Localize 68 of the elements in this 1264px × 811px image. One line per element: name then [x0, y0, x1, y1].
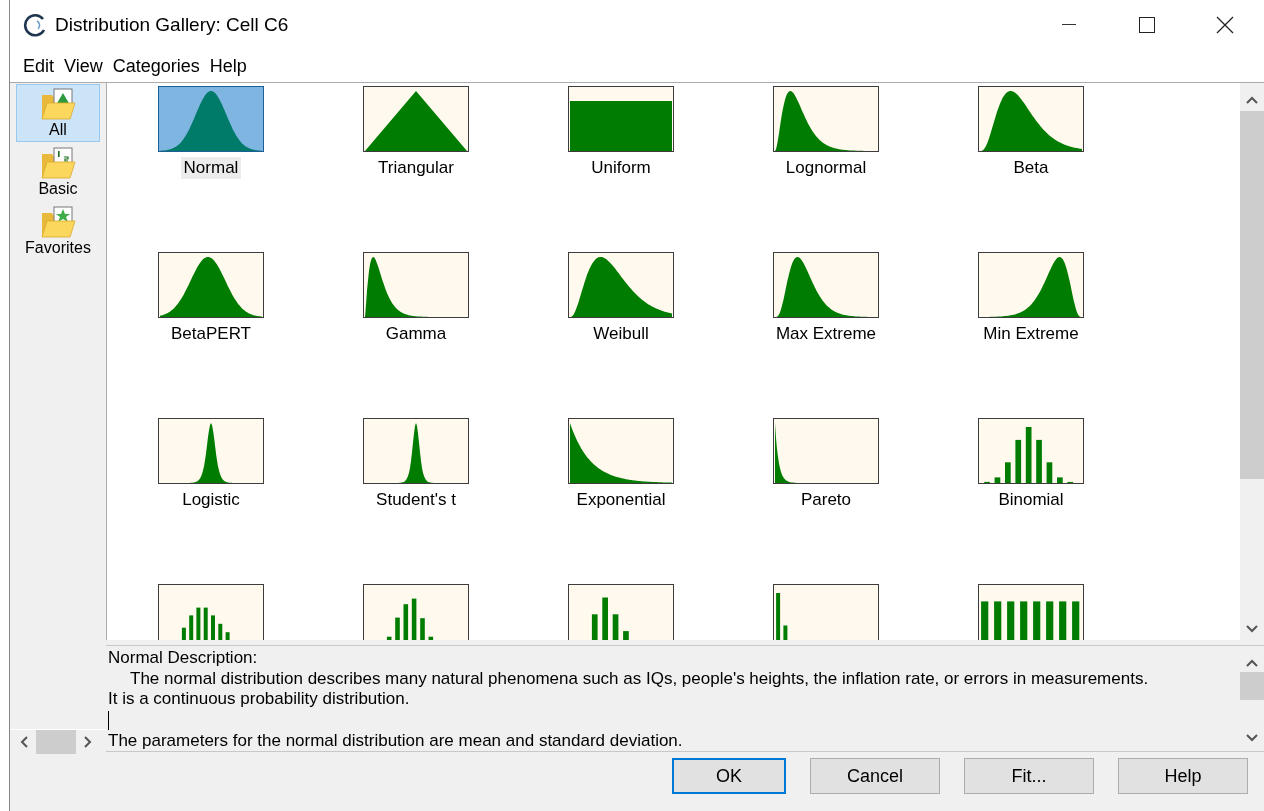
- category-item[interactable]: Favorites: [16, 202, 100, 260]
- distribution-thumbnail[interactable]: [978, 86, 1084, 152]
- distribution-label[interactable]: Gamma: [382, 323, 450, 345]
- distribution-label[interactable]: BetaPERT: [168, 323, 254, 345]
- menu-item[interactable]: Help: [204, 55, 252, 77]
- menu-item[interactable]: Categories: [107, 55, 205, 77]
- menu-item[interactable]: Edit: [18, 55, 60, 77]
- distribution-label[interactable]: Exponential: [573, 489, 669, 511]
- distribution-label[interactable]: Pareto: [797, 489, 855, 511]
- distribution-thumbnail[interactable]: [978, 252, 1084, 318]
- distribution-thumbnail[interactable]: [978, 584, 1084, 640]
- menu-item[interactable]: View: [59, 55, 108, 77]
- scroll-up-icon[interactable]: [1245, 658, 1259, 668]
- scroll-up-icon[interactable]: [1245, 95, 1259, 105]
- distribution-label[interactable]: Uniform: [588, 157, 654, 179]
- distribution-label[interactable]: Weibull: [590, 323, 652, 345]
- distribution-thumbnail[interactable]: [363, 584, 469, 640]
- close-icon[interactable]: [1216, 16, 1234, 34]
- distribution-thumbnail[interactable]: [363, 252, 469, 318]
- scroll-down-icon[interactable]: [1245, 624, 1259, 634]
- dialog-button[interactable]: OK: [672, 758, 786, 794]
- distribution-thumbnail[interactable]: [568, 584, 674, 640]
- distribution-label[interactable]: Logistic: [179, 489, 243, 511]
- scrollbar-thumb[interactable]: [1240, 672, 1264, 700]
- dialog-button[interactable]: Cancel: [810, 758, 940, 794]
- scroll-down-icon[interactable]: [1245, 733, 1259, 743]
- scrollbar-thumb[interactable]: [36, 729, 76, 754]
- scroll-left-icon[interactable]: [20, 735, 30, 748]
- distribution-thumbnail[interactable]: [773, 418, 879, 484]
- description-text: The parameters for the normal distribution are mean and standard deviation.: [108, 730, 684, 751]
- window-title: Distribution Gallery: Cell C6: [55, 14, 290, 36]
- dialog-button[interactable]: Fit...: [964, 758, 1094, 794]
- app-logo-icon: [23, 13, 47, 37]
- text-cursor: [108, 710, 109, 730]
- folder-icon: [40, 146, 76, 180]
- distribution-thumbnail[interactable]: [158, 252, 264, 318]
- maximize-icon[interactable]: [1139, 17, 1155, 33]
- description-text: The normal distribution describes many natural phenomena such as IQs, people's heights, the inflation rate, or errors in measurements.: [129, 668, 1150, 689]
- scrollbar-thumb[interactable]: [1240, 111, 1264, 479]
- distribution-thumbnail[interactable]: [568, 86, 674, 152]
- distribution-label[interactable]: Min Extreme: [980, 323, 1082, 345]
- folder-icon: [40, 87, 76, 121]
- distribution-label[interactable]: Max Extreme: [772, 323, 880, 345]
- distribution-thumbnail[interactable]: [773, 252, 879, 318]
- scroll-right-icon[interactable]: [82, 735, 92, 748]
- folder-icon: [40, 205, 76, 239]
- distribution-label[interactable]: Binomial: [995, 489, 1067, 511]
- distribution-thumbnail[interactable]: [363, 86, 469, 152]
- distribution-thumbnail[interactable]: [978, 418, 1084, 484]
- distribution-thumbnail[interactable]: [773, 86, 879, 152]
- distribution-thumbnail[interactable]: [158, 86, 264, 152]
- distribution-thumbnail[interactable]: [568, 418, 674, 484]
- description-text: It is a continuous probability distribution.: [108, 689, 411, 710]
- distribution-label[interactable]: Student's t: [373, 489, 459, 511]
- category-item[interactable]: All: [16, 84, 100, 142]
- dialog-button[interactable]: Help: [1118, 758, 1248, 794]
- distribution-label[interactable]: Beta: [1010, 157, 1052, 179]
- category-item[interactable]: Basic: [16, 143, 100, 201]
- description-heading: Normal Description:: [108, 648, 259, 669]
- distribution-thumbnail[interactable]: [158, 584, 264, 640]
- distribution-label[interactable]: Normal: [180, 157, 242, 179]
- distribution-label[interactable]: Triangular: [375, 157, 457, 179]
- distribution-thumbnail[interactable]: [363, 418, 469, 484]
- distribution-thumbnail[interactable]: [773, 584, 879, 640]
- distribution-label[interactable]: Lognormal: [782, 157, 870, 179]
- distribution-thumbnail[interactable]: [158, 418, 264, 484]
- minimize-icon[interactable]: [1062, 24, 1076, 26]
- distribution-thumbnail[interactable]: [568, 252, 674, 318]
